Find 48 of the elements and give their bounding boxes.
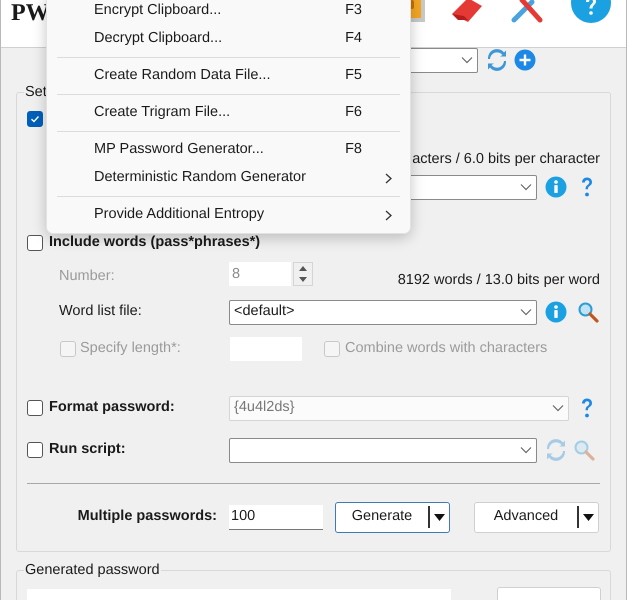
app-title: PW: [11, 0, 50, 26]
help-icon[interactable]: [579, 176, 595, 198]
dropdown[interactable]: <default>: [229, 300, 537, 324]
chevron-right-icon: [385, 210, 392, 220]
checkbox-label: Format password:: [49, 398, 175, 418]
menu-item[interactable]: Provide Additional Entropy: [47, 201, 410, 229]
field-label: Word list file:: [59, 302, 143, 322]
chevron-down-icon: [520, 308, 532, 316]
chevron-down-icon: [520, 446, 532, 454]
info-icon[interactable]: [545, 301, 567, 323]
field-label: Number:: [59, 266, 116, 286]
refresh-icon[interactable]: [486, 49, 508, 71]
checkbox-label: Combine words with characters: [345, 338, 548, 358]
checkbox[interactable]: [27, 400, 43, 416]
field-label: Multiple passwords:: [76, 507, 217, 526]
checkbox[interactable]: [27, 442, 43, 458]
menu-item[interactable]: Create Trigram File... F6: [47, 99, 410, 127]
dropdown[interactable]: {4u4l2ds}: [229, 396, 569, 420]
split-button[interactable]: Advanced: [474, 502, 599, 532]
spinner[interactable]: [293, 262, 313, 286]
caret-icon[interactable]: [434, 514, 445, 520]
split-button[interactable]: Generate: [335, 502, 450, 532]
menu-item[interactable]: Decrypt Clipboard... F4: [47, 25, 410, 53]
menu-item[interactable]: MP Password Generator... F8: [47, 136, 410, 164]
up-arrow-icon[interactable]: [299, 266, 307, 270]
dropdown[interactable]: [229, 438, 537, 462]
checkbox-label: Run script:: [49, 440, 126, 460]
count-field[interactable]: 100: [229, 504, 323, 530]
info-icon[interactable]: [545, 176, 567, 198]
checkbox-label: Include words (pass*phrases*): [49, 232, 260, 252]
menu-item[interactable]: Deterministic Random Generator: [47, 164, 410, 192]
check-icon: [30, 114, 40, 124]
down-arrow-icon[interactable]: [299, 276, 307, 282]
menu-item[interactable]: Create Random Data File... F5: [47, 62, 410, 90]
chevron-down-icon: [520, 183, 532, 192]
caret-icon[interactable]: [583, 514, 594, 520]
word-info: 8192 words / 13.0 bits per word: [398, 270, 600, 290]
character-info: acters / 6.0 bits per character: [412, 150, 600, 169]
menu-item[interactable]: Encrypt Clipboard... F3: [47, 0, 410, 25]
magnifier-icon[interactable]: [577, 301, 599, 323]
add-icon[interactable]: [514, 49, 536, 71]
checkbox[interactable]: [27, 234, 43, 251]
chevron-right-icon: [385, 172, 392, 184]
chevron-down-icon: [461, 56, 473, 64]
chevron-down-icon: [552, 404, 564, 412]
checkbox-label: Specify length*:: [80, 338, 181, 358]
help-icon[interactable]: [579, 397, 595, 419]
checkbox[interactable]: [27, 111, 43, 127]
